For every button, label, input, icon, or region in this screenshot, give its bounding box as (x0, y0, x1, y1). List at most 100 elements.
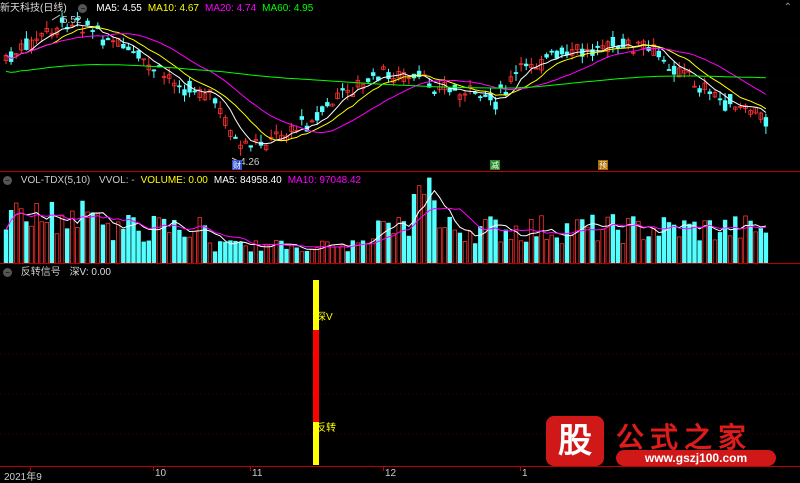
volume-bar (49, 201, 55, 264)
volume-bar (467, 231, 473, 264)
volume-bar (391, 233, 396, 264)
volume-bar (631, 216, 636, 264)
volume-bar (355, 242, 361, 264)
volume-bar (365, 243, 371, 264)
candle-body (121, 44, 126, 49)
candle-body (763, 117, 769, 127)
ma-indicator-2: MA20: 4.74 (204, 3, 257, 14)
volume-bar (580, 219, 585, 264)
volume-bar (207, 242, 213, 264)
main-chart-panel[interactable]: 5.52 4.26 减 预 财 新天科技(日线) − MA5: 4.55 MA10: 4.… (0, 0, 800, 171)
candle-body (100, 39, 106, 46)
volume-bar (95, 212, 100, 264)
axis-tick-label: 12 (385, 468, 397, 479)
candle-body (554, 50, 559, 59)
volume-bar (350, 240, 355, 264)
candle-body (136, 50, 141, 59)
volume-bar (192, 230, 197, 264)
volume-bar (294, 247, 299, 264)
candle-body (483, 94, 488, 97)
candle-body (105, 38, 111, 41)
volume-bar (121, 228, 126, 264)
volume-field-2: MA5: 84958.40 (213, 175, 282, 186)
event-marker-text: 财 (233, 160, 241, 170)
signal-label-deepv: 深V (316, 311, 333, 323)
logo-badge: 股 (546, 416, 604, 466)
collapse-icon[interactable]: − (78, 3, 88, 13)
volume-bar (636, 221, 641, 264)
volume-bar (233, 240, 238, 264)
candle-body (717, 98, 723, 101)
volume-bar (712, 239, 718, 264)
signal-panel[interactable]: 深V 反转 − 反转信号 深V: 0.00 股 公式之家 www.gszj100.… (0, 263, 800, 483)
volume-bar (610, 214, 616, 264)
volume-field-3: MA10: 97048.42 (287, 175, 362, 186)
candle-body (707, 91, 712, 94)
volume-bar (187, 236, 192, 264)
axis-tick-mark (153, 467, 154, 471)
volume-bar (105, 222, 111, 264)
volume-field-1: VOLUME: 0.00 (140, 175, 208, 186)
candle-body (131, 51, 136, 53)
volume-bar (29, 225, 34, 264)
volume-bar (151, 215, 157, 264)
candle-body (697, 88, 702, 93)
volume-bar (381, 220, 386, 264)
volume-bar (223, 241, 228, 264)
volume-bar (661, 217, 667, 264)
volume-bar (595, 240, 600, 264)
volume-bar (166, 232, 172, 264)
event-marker-text: 预 (599, 160, 607, 170)
volume-bar (437, 227, 442, 264)
collapse-icon[interactable]: − (3, 267, 12, 277)
volume-bar (182, 236, 187, 264)
axis-tick-mark (250, 467, 251, 471)
volume-bar (411, 194, 417, 264)
volume-bar (564, 223, 570, 264)
volume-panel[interactable]: − VOL-TDX(5,10) VVOL: - VOLUME: 0.00 MA5: … (0, 171, 800, 264)
volume-bar (340, 244, 345, 264)
signal-label-reversal: 反转 (316, 421, 336, 434)
candle-body (656, 50, 661, 58)
volume-bar (330, 244, 335, 264)
ma-indicator-0: MA5: 4.55 (96, 3, 142, 14)
volume-bar (59, 214, 65, 264)
candle-body (386, 72, 391, 79)
volume-bar (289, 245, 294, 264)
volume-bar (156, 217, 162, 264)
high-price-label: 5.52 (62, 15, 82, 26)
volume-bar (472, 243, 478, 264)
volume-bar (559, 243, 565, 264)
candle-body (325, 102, 330, 107)
candle-body (8, 51, 14, 62)
volume-bar (197, 217, 202, 264)
candle-body (212, 98, 218, 104)
volume-bar (146, 240, 151, 264)
candle-body (513, 72, 519, 74)
candle-body (722, 100, 728, 111)
chart-title: 新天科技(日线) (0, 3, 67, 14)
high-price-pointer (51, 14, 61, 21)
candle-body (549, 50, 554, 53)
volume-bar (432, 200, 437, 264)
axis-tick-label: 1 (522, 468, 528, 479)
volume-bar (268, 243, 274, 264)
volume-bar (738, 237, 743, 264)
candle-body (478, 96, 483, 99)
volume-bar (707, 220, 712, 264)
axis-tick-mark (383, 467, 384, 471)
volume-bar (172, 220, 177, 264)
volume-bar (452, 229, 457, 264)
volume-bar (100, 224, 106, 264)
candle-body (126, 46, 131, 51)
candle-body (233, 136, 238, 139)
candlestick-chart[interactable]: 5.52 4.26 减 预 财 (0, 0, 800, 171)
volume-bar (416, 185, 422, 264)
candle-body (182, 89, 187, 96)
volume-bar (406, 235, 412, 264)
volume-bar (116, 221, 121, 264)
candle-body (498, 84, 503, 88)
time-axis: 2021年9 10 11 12 1 (0, 466, 800, 483)
volume-bar (325, 241, 330, 264)
collapse-icon[interactable]: − (3, 175, 12, 185)
